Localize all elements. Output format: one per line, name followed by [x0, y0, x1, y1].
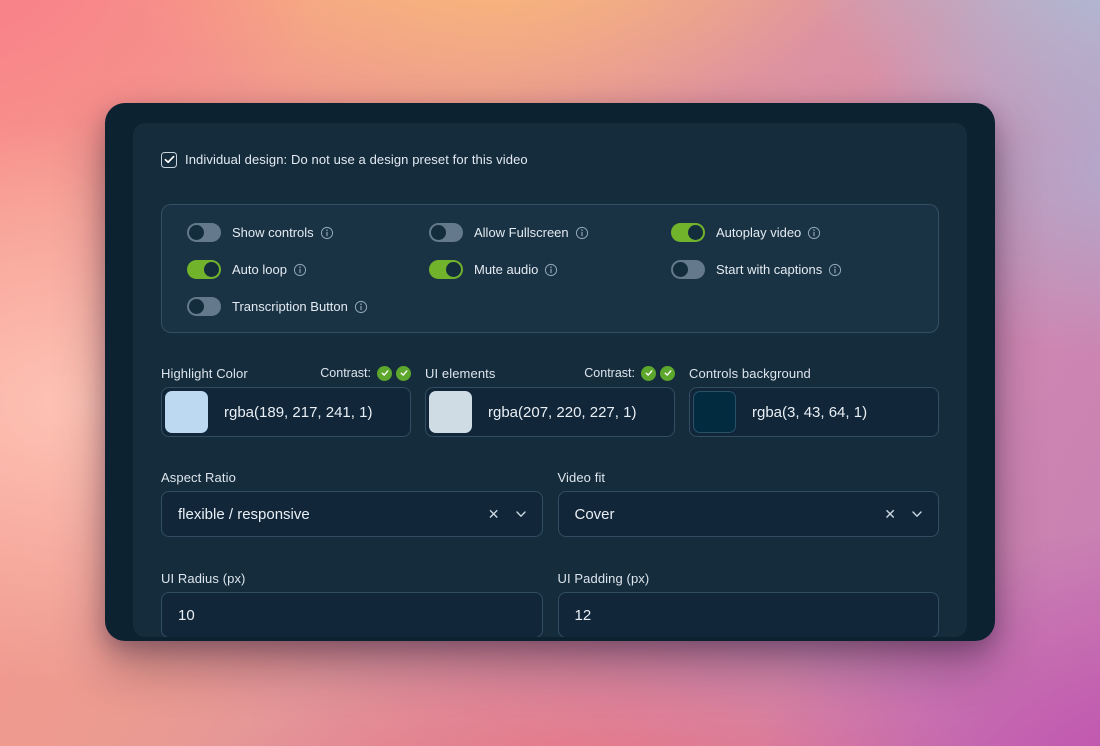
info-icon[interactable]: [544, 263, 558, 277]
highlight-color-group: Highlight Color Contrast: rgba(189, 217,…: [161, 365, 411, 437]
controls-background-group: Controls background rgba(3, 43, 64, 1): [689, 365, 939, 437]
info-icon[interactable]: [320, 226, 334, 240]
info-icon[interactable]: [354, 300, 368, 314]
toggle-item-auto-loop: Auto loop: [187, 260, 429, 279]
info-icon[interactable]: [807, 226, 821, 240]
video-fit-label: Video fit: [558, 470, 606, 485]
toggle-item-start-with-captions: Start with captions: [671, 260, 913, 279]
info-icon[interactable]: [575, 226, 589, 240]
ui-elements-color-value[interactable]: rgba(207, 220, 227, 1): [488, 404, 636, 421]
playback-toggles-group: Show controls Allow Fullscreen Autoplay …: [161, 204, 939, 333]
ui-padding-group: UI Padding (px) 12: [558, 570, 940, 637]
controls-background-value[interactable]: rgba(3, 43, 64, 1): [752, 404, 867, 421]
toggle-label: Start with captions: [716, 262, 822, 277]
highlight-color-field[interactable]: rgba(189, 217, 241, 1): [161, 387, 411, 437]
dropdowns-row: Aspect Ratio flexible / responsive ✕ Vid…: [161, 469, 939, 537]
ui-padding-value: 12: [575, 607, 592, 624]
checkmark-icon: [164, 154, 175, 165]
ui-padding-input[interactable]: 12: [558, 592, 940, 637]
mute-audio-toggle[interactable]: [429, 260, 463, 279]
info-icon[interactable]: [293, 263, 307, 277]
auto-loop-toggle[interactable]: [187, 260, 221, 279]
controls-background-label: Controls background: [689, 366, 811, 381]
highlight-color-swatch[interactable]: [165, 391, 208, 433]
color-fields-row: Highlight Color Contrast: rgba(189, 217,…: [161, 365, 939, 437]
contrast-indicator: Contrast:: [320, 366, 411, 381]
contrast-label: Contrast:: [584, 366, 635, 380]
clear-icon[interactable]: ✕: [882, 505, 898, 523]
aspect-ratio-group: Aspect Ratio flexible / responsive ✕: [161, 469, 543, 537]
chevron-down-icon[interactable]: [910, 507, 924, 521]
individual-design-checkbox[interactable]: [161, 152, 177, 168]
ui-radius-input[interactable]: 10: [161, 592, 543, 637]
toggle-label: Allow Fullscreen: [474, 225, 569, 240]
toggle-item-transcription-button: Transcription Button: [187, 297, 429, 316]
ui-elements-label: UI elements: [425, 366, 495, 381]
highlight-color-label: Highlight Color: [161, 366, 248, 381]
toggle-label: Show controls: [232, 225, 314, 240]
toggle-item-show-controls: Show controls: [187, 223, 429, 242]
ui-padding-label: UI Padding (px): [558, 571, 650, 586]
toggle-label: Transcription Button: [232, 299, 348, 314]
contrast-check-icon: [396, 366, 411, 381]
clear-icon[interactable]: ✕: [486, 505, 502, 523]
toggle-knob: [189, 299, 204, 314]
autoplay-video-toggle[interactable]: [671, 223, 705, 242]
toggle-item-allow-fullscreen: Allow Fullscreen: [429, 223, 671, 242]
info-icon[interactable]: [828, 263, 842, 277]
chevron-down-icon[interactable]: [514, 507, 528, 521]
start-with-captions-toggle[interactable]: [671, 260, 705, 279]
individual-design-label: Individual design: Do not use a design p…: [185, 152, 528, 167]
ui-radius-value: 10: [178, 607, 195, 624]
toggle-label: Auto loop: [232, 262, 287, 277]
contrast-check-icon: [641, 366, 656, 381]
individual-design-row: Individual design: Do not use a design p…: [161, 151, 939, 168]
toggle-knob: [204, 262, 219, 277]
toggle-knob: [446, 262, 461, 277]
design-settings-panel: Individual design: Do not use a design p…: [133, 123, 967, 637]
contrast-check-icon: [377, 366, 392, 381]
video-fit-group: Video fit Cover ✕: [558, 469, 940, 537]
controls-background-field[interactable]: rgba(3, 43, 64, 1): [689, 387, 939, 437]
toggle-label: Autoplay video: [716, 225, 801, 240]
contrast-check-icon: [660, 366, 675, 381]
ui-radius-group: UI Radius (px) 10: [161, 570, 543, 637]
aspect-ratio-label: Aspect Ratio: [161, 470, 236, 485]
toggle-item-mute-audio: Mute audio: [429, 260, 671, 279]
ui-elements-color-field[interactable]: rgba(207, 220, 227, 1): [425, 387, 675, 437]
number-inputs-row: UI Radius (px) 10 UI Padding (px) 12: [161, 570, 939, 637]
toggle-item-autoplay-video: Autoplay video: [671, 223, 913, 242]
transcription-button-toggle[interactable]: [187, 297, 221, 316]
video-fit-select[interactable]: Cover ✕: [558, 491, 940, 537]
contrast-indicator: Contrast:: [584, 366, 675, 381]
design-settings-modal: Individual design: Do not use a design p…: [105, 103, 995, 641]
video-fit-value: Cover: [575, 506, 883, 523]
toggle-knob: [688, 225, 703, 240]
contrast-label: Contrast:: [320, 366, 371, 380]
ui-elements-color-group: UI elements Contrast: rgba(207, 220, 227…: [425, 365, 675, 437]
toggle-knob: [431, 225, 446, 240]
toggle-label: Mute audio: [474, 262, 538, 277]
show-controls-toggle[interactable]: [187, 223, 221, 242]
allow-fullscreen-toggle[interactable]: [429, 223, 463, 242]
aspect-ratio-value: flexible / responsive: [178, 506, 486, 523]
aspect-ratio-select[interactable]: flexible / responsive ✕: [161, 491, 543, 537]
highlight-color-value[interactable]: rgba(189, 217, 241, 1): [224, 404, 372, 421]
toggle-knob: [189, 225, 204, 240]
toggle-knob: [673, 262, 688, 277]
controls-background-swatch[interactable]: [693, 391, 736, 433]
ui-elements-color-swatch[interactable]: [429, 391, 472, 433]
ui-radius-label: UI Radius (px): [161, 571, 245, 586]
